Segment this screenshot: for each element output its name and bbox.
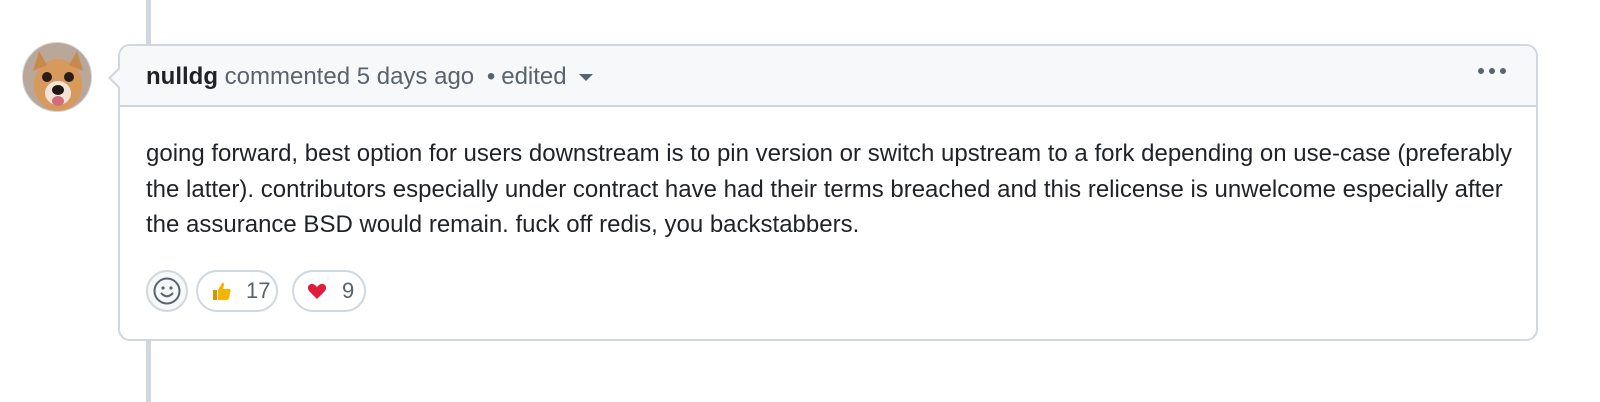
author-link[interactable]: nulldg xyxy=(146,63,218,90)
timeline: nulldg commented 5 days ago • edited goin… xyxy=(0,0,1600,402)
kebab-dot xyxy=(1500,68,1506,74)
reaction-count: 17 xyxy=(246,278,271,303)
add-reaction-button[interactable] xyxy=(146,270,188,312)
comment-body: going forward, best option for users dow… xyxy=(146,136,1516,243)
reaction-heart-button[interactable]: 9 xyxy=(292,270,366,312)
thumbs-up-icon xyxy=(210,280,232,302)
reaction-thumbs-up-button[interactable]: 17 xyxy=(196,270,278,312)
comment-text: going forward, best option for users dow… xyxy=(146,140,1513,238)
edited-dropdown[interactable]: edited xyxy=(501,63,593,90)
avatar[interactable] xyxy=(22,42,92,112)
smiley-icon xyxy=(153,277,181,305)
kebab-horizontal-icon[interactable] xyxy=(1478,68,1506,74)
comment-card: nulldg commented 5 days ago • edited goin… xyxy=(108,44,1538,341)
edited-label: edited xyxy=(501,63,567,90)
avatar-image xyxy=(23,43,91,111)
caret-down-icon xyxy=(578,74,593,81)
heart-icon xyxy=(306,280,328,302)
comment-meta: nulldg commented 5 days ago • edited xyxy=(146,62,593,92)
comment-timestamp[interactable]: 5 days ago xyxy=(357,63,474,90)
kebab-dot xyxy=(1489,68,1495,74)
kebab-dot xyxy=(1478,68,1484,74)
reactions-bar: 17 9 xyxy=(146,270,366,312)
reaction-count: 9 xyxy=(342,278,355,303)
comment-action: commented xyxy=(224,63,351,90)
separator-dot: • xyxy=(486,63,496,90)
comment-header: nulldg commented 5 days ago • edited xyxy=(120,46,1536,107)
